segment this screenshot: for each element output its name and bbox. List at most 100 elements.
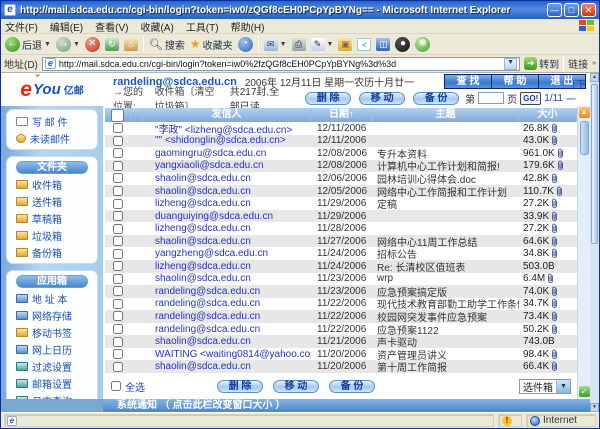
history-button[interactable]: ◔: [238, 37, 253, 52]
print-button[interactable]: ⎙: [292, 38, 306, 51]
date-column-header[interactable]: 日期↑: [311, 108, 373, 122]
sidebar-item-mailbox-settings[interactable]: 邮箱设置: [10, 376, 94, 390]
menu-help[interactable]: 帮助(H): [231, 19, 265, 34]
back-dropdown-icon[interactable]: ▼: [44, 41, 51, 48]
forward-button[interactable]: →▼: [56, 37, 80, 52]
menu-favorites[interactable]: 收藏(A): [140, 19, 173, 34]
home-button[interactable]: ⌂: [124, 38, 138, 51]
row-checkbox[interactable]: [113, 186, 123, 196]
stop-button[interactable]: ✕: [85, 37, 100, 52]
sender-link[interactable]: "" <shidonglin@sdca.edu.cn>: [143, 135, 286, 146]
inner-scrollbar[interactable]: ▲ ✓: [577, 106, 590, 399]
sidebar-item-drafts[interactable]: 草稿箱: [10, 211, 94, 225]
maximize-button[interactable]: □: [564, 3, 579, 17]
back-button[interactable]: ←后退▼: [5, 37, 51, 52]
dict-plugin-button[interactable]: ◫: [376, 38, 390, 51]
scrollbar-up-icon[interactable]: ▲: [590, 73, 599, 82]
plugin-button-2[interactable]: <: [357, 38, 371, 51]
sender-link[interactable]: randeling@sdca.edu.cn: [143, 311, 260, 322]
plugin-button-3[interactable]: ❋: [415, 37, 430, 52]
menu-tools[interactable]: 工具(T): [186, 19, 219, 34]
page-number-input[interactable]: [478, 92, 504, 104]
row-checkbox[interactable]: [113, 311, 123, 321]
row-checkbox[interactable]: [113, 136, 123, 146]
favorites-button[interactable]: ★收藏夹: [190, 37, 233, 52]
chevron-down-icon[interactable]: ▼: [556, 380, 570, 393]
sender-link[interactable]: shaolin@sdca.edu.cn: [143, 236, 251, 247]
subject-column-header[interactable]: 主题: [373, 108, 519, 122]
sidebar-item-trash[interactable]: 垃圾箱: [10, 228, 94, 242]
row-checkbox[interactable]: [113, 324, 123, 334]
sidebar-item-inbox[interactable]: 收件箱: [10, 177, 94, 191]
sender-link[interactable]: randeling@sdca.edu.cn: [143, 298, 260, 309]
outer-scrollbar-thumb[interactable]: [591, 84, 598, 244]
row-checkbox[interactable]: [113, 211, 123, 221]
row-checkbox[interactable]: [113, 161, 123, 171]
sidebar-item-unread[interactable]: 未读邮件: [10, 131, 94, 145]
sidebar-item-bookmarks[interactable]: 移动书签: [10, 325, 94, 339]
folder-select-dropdown[interactable]: 选件箱 ▼: [519, 379, 571, 394]
move-button-bottom[interactable]: 移 动: [273, 380, 319, 393]
close-button[interactable]: ✕: [581, 3, 596, 17]
refresh-button[interactable]: ↻: [105, 38, 119, 51]
row-checkbox[interactable]: [113, 148, 123, 158]
scroll-bottom-icon[interactable]: ✓: [579, 386, 590, 397]
row-checkbox[interactable]: [113, 236, 123, 246]
row-checkbox[interactable]: [113, 286, 123, 296]
outer-scrollbar[interactable]: ▲ ▼: [590, 73, 599, 412]
select-all-header-checkbox[interactable]: [111, 109, 124, 122]
forward-dropdown-icon[interactable]: ▼: [73, 41, 80, 48]
scroll-top-icon[interactable]: ▲: [579, 107, 590, 118]
row-checkbox[interactable]: [113, 299, 123, 309]
sender-link[interactable]: shaolin@sdca.edu.cn: [143, 361, 251, 372]
select-all-checkbox[interactable]: [111, 381, 121, 391]
qq-plugin-button[interactable]: ●: [395, 37, 410, 52]
sender-link[interactable]: lizheng@sdca.edu.cn: [143, 261, 251, 272]
edit-dropdown-icon[interactable]: ▼: [327, 41, 334, 48]
sender-link[interactable]: lizheng@sdca.edu.cn: [143, 223, 251, 234]
sender-link[interactable]: duanguiying@sdca.edu.cn: [143, 211, 273, 222]
row-checkbox[interactable]: [113, 199, 123, 209]
system-notice[interactable]: 系统通知 （ 点击此栏改变窗口大小 ）: [103, 399, 590, 412]
sender-link[interactable]: shaolin@sdca.edu.cn: [143, 273, 251, 284]
sender-link[interactable]: lizheng@sdca.edu.cn: [143, 198, 251, 209]
subject-link[interactable]: [373, 135, 377, 146]
notice-bar[interactable]: 系统通知 （ 点击此栏改变窗口大小 ）: [1, 399, 590, 412]
mail-button[interactable]: ✉▼: [264, 38, 287, 51]
row-checkbox[interactable]: [113, 123, 123, 133]
delete-button-bottom[interactable]: 删 除: [217, 380, 263, 393]
row-checkbox[interactable]: [113, 249, 123, 259]
address-dropdown-icon[interactable]: ▼: [504, 58, 517, 70]
subject-link[interactable]: wrp: [373, 273, 393, 284]
move-button-top[interactable]: 移 动: [359, 92, 405, 105]
sidebar-item-sent[interactable]: 送件箱: [10, 194, 94, 208]
sidebar-item-filter-settings[interactable]: 过滤设置: [10, 359, 94, 373]
sender-link[interactable]: shaolin@sdca.edu.cn: [143, 336, 251, 347]
warning-icon[interactable]: !: [502, 416, 512, 426]
row-checkbox[interactable]: [113, 173, 123, 183]
row-checkbox[interactable]: [113, 224, 123, 234]
subject-link[interactable]: [373, 211, 377, 222]
sidebar-item-calendar[interactable]: 网上日历: [10, 342, 94, 356]
row-checkbox[interactable]: [113, 349, 123, 359]
backup-button-bottom[interactable]: 备 份: [329, 380, 375, 393]
menu-edit[interactable]: 编辑(E): [50, 19, 83, 34]
sidebar-item-compose[interactable]: 写 邮 件: [10, 114, 94, 128]
select-all[interactable]: 全选: [111, 379, 145, 394]
menu-view[interactable]: 查看(V): [95, 19, 128, 34]
address-field[interactable]: e http://mail.sdca.edu.cn/cgi-bin/login?…: [42, 57, 520, 71]
row-checkbox[interactable]: [113, 337, 123, 347]
mail-dropdown-icon[interactable]: ▼: [280, 41, 287, 48]
search-button[interactable]: 🔍︎搜索: [149, 37, 185, 52]
minimize-button[interactable]: —: [547, 3, 562, 17]
row-checkbox[interactable]: [113, 362, 123, 372]
backup-button-top[interactable]: 备 份: [413, 92, 459, 105]
address-url[interactable]: http://mail.sdca.edu.cn/cgi-bin/login?to…: [59, 59, 396, 69]
edit-button[interactable]: ✎▼: [311, 38, 334, 51]
sidebar-item-backup[interactable]: 备份箱: [10, 245, 94, 259]
subject-link[interactable]: [373, 123, 377, 134]
messenger-plugin-button[interactable]: ▣: [338, 38, 352, 51]
inner-scrollbar-thumb[interactable]: [580, 121, 589, 155]
sidebar-item-netstorage[interactable]: 网络存储: [10, 308, 94, 322]
size-column-header[interactable]: 大小: [519, 108, 577, 122]
